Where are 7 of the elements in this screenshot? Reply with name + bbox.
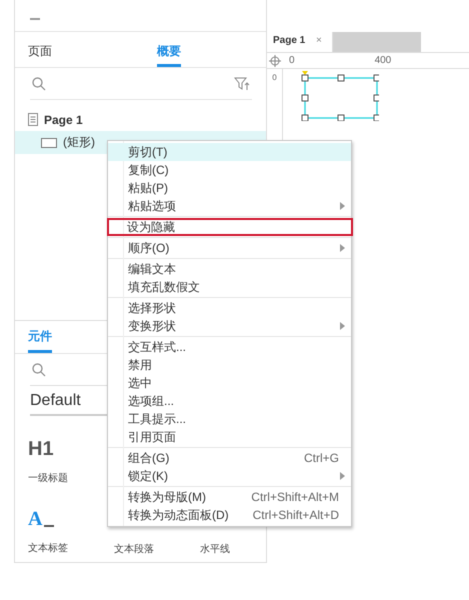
ruler-label: 0 [272, 73, 277, 84]
widget-label: 文本段落 [114, 542, 154, 556]
widget-label: 文本标签 [28, 542, 68, 555]
widget-label: 一级标题 [28, 472, 68, 485]
ruler-label: 0 [289, 55, 295, 66]
ruler-label: 400 [374, 55, 392, 66]
widget-label: 水平线 [200, 542, 230, 556]
